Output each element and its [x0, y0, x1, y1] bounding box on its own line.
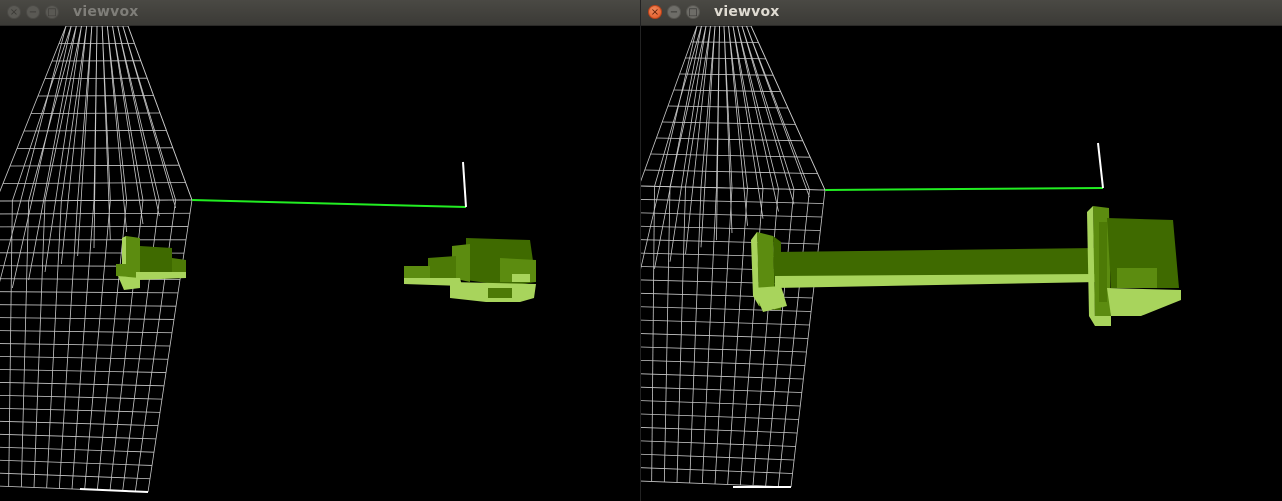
window-title: viewvox — [73, 4, 139, 20]
grid-line — [0, 407, 161, 413]
axis-white-line — [1097, 142, 1104, 189]
grid-line — [641, 333, 809, 339]
voxel-viewport[interactable] — [0, 26, 640, 501]
grid-line — [16, 147, 173, 149]
grid-line — [641, 400, 801, 407]
axis-green-line — [191, 199, 467, 208]
grid-line — [0, 330, 173, 334]
grid-line — [654, 26, 702, 269]
grid-line — [641, 427, 798, 434]
grid-line — [112, 26, 144, 225]
viewvox-window-right: × − □ viewvox — [641, 0, 1282, 501]
grid-line — [641, 467, 793, 474]
grid-line — [641, 373, 804, 380]
grid-line — [0, 433, 157, 440]
grid-line — [77, 26, 93, 257]
grid-line — [641, 292, 813, 299]
grid-line — [685, 57, 766, 60]
grid-line — [23, 130, 167, 132]
axis-white-bottom — [79, 488, 149, 493]
grid-line — [641, 199, 824, 204]
minimize-icon: − — [669, 7, 679, 18]
grid-line — [0, 472, 151, 480]
grid-line — [641, 386, 802, 393]
grid-line — [641, 185, 826, 191]
maximize-icon: □ — [47, 7, 57, 18]
axis-white-line — [462, 161, 467, 208]
maximize-button[interactable]: □ — [45, 5, 59, 19]
grid-line — [641, 346, 807, 353]
grid-line — [641, 359, 805, 366]
grid-line — [641, 239, 819, 245]
voxel-viewport[interactable] — [641, 26, 1282, 501]
grid-line — [30, 112, 161, 114]
grid-line — [0, 459, 153, 466]
close-icon: × — [9, 7, 19, 18]
grid-line — [0, 446, 155, 453]
minimize-button[interactable]: − — [667, 5, 681, 19]
close-icon: × — [650, 7, 660, 18]
grid-line — [0, 317, 175, 320]
close-button[interactable]: × — [7, 5, 21, 19]
title-bar[interactable]: × − □ viewvox — [0, 0, 640, 26]
minimize-button[interactable]: − — [26, 5, 40, 19]
grid-line — [641, 440, 796, 447]
grid-line — [2, 182, 186, 184]
axis-lines — [733, 142, 1104, 488]
axis-green-line — [824, 187, 1104, 191]
maximize-icon: □ — [688, 7, 698, 18]
voxel-object-small — [116, 236, 186, 290]
title-bar[interactable]: × − □ viewvox — [641, 0, 1282, 26]
close-button[interactable]: × — [648, 5, 662, 19]
voxel-object-connected — [751, 206, 1181, 326]
grid-line — [0, 304, 177, 307]
grid-line — [0, 420, 159, 427]
grid-line — [0, 382, 165, 387]
grid-line — [641, 306, 812, 312]
grid-line — [641, 225, 821, 231]
grid-line — [0, 356, 169, 360]
grid-line — [9, 164, 180, 167]
grid-line — [641, 413, 799, 420]
maximize-button[interactable]: □ — [686, 5, 700, 19]
grid-line — [0, 395, 163, 400]
grid-line — [641, 453, 795, 461]
grid-line — [641, 319, 810, 326]
grid-line — [669, 26, 707, 262]
axis-lines — [79, 161, 467, 493]
window-title: viewvox — [714, 4, 780, 20]
grid-line — [0, 369, 167, 373]
minimize-icon: − — [28, 7, 38, 18]
grid-line — [28, 26, 77, 281]
voxel-object-large — [404, 238, 536, 302]
viewvox-window-left: × − □ viewvox — [0, 0, 640, 501]
grid-line — [0, 343, 171, 347]
